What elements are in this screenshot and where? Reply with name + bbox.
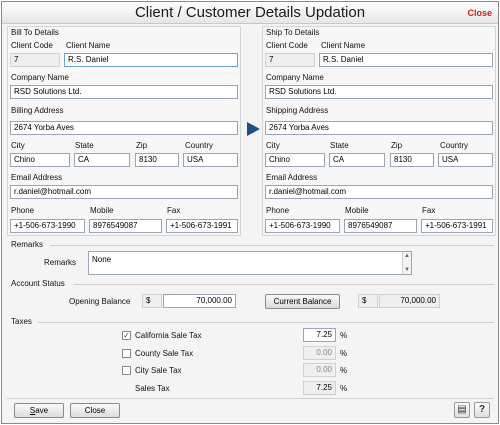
sales-tax-unit: % xyxy=(340,384,348,393)
current-balance-currency: $ xyxy=(358,294,378,308)
bill-client-code-field: 7 xyxy=(10,53,60,67)
ship-client-name-field[interactable]: R.S. Daniel xyxy=(319,53,493,67)
california-tax-label: California Sale Tax xyxy=(135,331,202,340)
bill-city-label: City xyxy=(11,141,25,150)
bill-phone-field[interactable]: +1-506-673-1990 xyxy=(10,219,85,233)
save-button[interactable]: Save xyxy=(14,403,64,418)
ship-mobile-field[interactable]: 8976549087 xyxy=(344,219,417,233)
ship-email-label: Email Address xyxy=(266,173,318,182)
city-tax-checkbox[interactable] xyxy=(122,366,131,375)
california-tax-checkbox[interactable]: ✓ xyxy=(122,331,131,340)
bill-fax-field[interactable]: +1-506-673-1991 xyxy=(166,219,238,233)
california-tax-unit: % xyxy=(340,331,348,340)
ship-company-label: Company Name xyxy=(266,73,324,82)
county-tax-unit: % xyxy=(340,349,348,358)
ship-country-label: Country xyxy=(440,141,469,150)
account-status-title: Account Status xyxy=(11,279,65,288)
remarks-section-title: Remarks xyxy=(11,240,44,249)
taxes-title: Taxes xyxy=(11,317,32,326)
remarks-textarea[interactable]: None ▲ ▼ xyxy=(88,251,412,275)
ship-to-title: Ship To Details xyxy=(266,28,320,37)
bill-fax-label: Fax xyxy=(167,206,181,215)
ship-state-field[interactable]: CA xyxy=(329,153,385,167)
ship-zip-label: Zip xyxy=(391,141,403,150)
bill-mobile-label: Mobile xyxy=(90,206,114,215)
ship-fax-label: Fax xyxy=(422,206,436,215)
scroll-down-icon[interactable]: ▼ xyxy=(404,267,410,273)
save-label-rest: ave xyxy=(35,406,49,415)
bill-state-label: State xyxy=(75,141,94,150)
help-icon[interactable]: ? xyxy=(474,402,490,418)
ship-client-code-field: 7 xyxy=(265,53,315,67)
ship-client-name-label: Client Name xyxy=(321,41,366,50)
bill-company-field[interactable]: RSD Solutions Ltd. xyxy=(10,85,238,99)
printer-icon[interactable]: ▤ xyxy=(454,402,470,418)
ship-email-field[interactable]: r.daniel@hotmail.com xyxy=(265,185,493,199)
ship-company-field[interactable]: RSD Solutions Ltd. xyxy=(265,85,493,99)
window-title-bar: Client / Customer Details Updation xyxy=(2,2,498,24)
ship-state-label: State xyxy=(330,141,349,150)
bill-city-field[interactable]: Chino xyxy=(10,153,70,167)
close-link[interactable]: Close xyxy=(467,8,492,18)
bill-client-code-label: Client Code xyxy=(11,41,53,50)
remarks-label: Remarks xyxy=(44,258,77,267)
remarks-scrollbar[interactable]: ▲ ▼ xyxy=(402,252,411,274)
ship-phone-field[interactable]: +1-506-673-1990 xyxy=(265,219,340,233)
opening-balance-label: Opening Balance xyxy=(69,297,131,306)
bill-zip-field[interactable]: 8130 xyxy=(135,153,179,167)
bill-email-label: Email Address xyxy=(11,173,63,182)
client-details-window: Client / Customer Details Updation Close… xyxy=(1,1,499,424)
bill-client-name-field[interactable]: R.S. Daniel xyxy=(64,53,238,67)
bill-address-field[interactable]: 2674 Yorba Aves xyxy=(10,121,238,135)
sales-tax-field: 7.25 xyxy=(303,381,336,395)
bill-company-label: Company Name xyxy=(11,73,69,82)
county-tax-field: 0.00 xyxy=(303,346,336,360)
bill-phone-label: Phone xyxy=(11,206,35,215)
ship-client-code-label: Client Code xyxy=(266,41,308,50)
city-tax-unit: % xyxy=(340,366,348,375)
bill-mobile-field[interactable]: 8976549087 xyxy=(89,219,162,233)
right-arrow-icon[interactable] xyxy=(247,122,260,136)
ship-address-label: Shipping Address xyxy=(266,106,329,115)
ship-zip-field[interactable]: 8130 xyxy=(390,153,434,167)
ship-mobile-label: Mobile xyxy=(345,206,369,215)
bill-address-label: Billing Address xyxy=(11,106,64,115)
close-button[interactable]: Close xyxy=(70,403,120,418)
remarks-text: None xyxy=(92,255,112,264)
ship-phone-label: Phone xyxy=(266,206,290,215)
footer-divider xyxy=(7,398,494,399)
bill-country-field[interactable]: USA xyxy=(183,153,238,167)
window-title: Client / Customer Details Updation xyxy=(134,4,366,21)
city-tax-field: 0.00 xyxy=(303,363,336,377)
taxes-divider xyxy=(38,322,494,323)
ship-country-field[interactable]: USA xyxy=(438,153,493,167)
current-balance-field: 70,000.00 xyxy=(379,294,440,308)
bill-email-field[interactable]: r.daniel@hotmail.com xyxy=(10,185,238,199)
opening-balance-currency: $ xyxy=(142,294,162,308)
city-tax-label: City Sale Tax xyxy=(135,366,182,375)
bill-state-field[interactable]: CA xyxy=(74,153,130,167)
ship-fax-field[interactable]: +1-506-673-1991 xyxy=(421,219,493,233)
ship-city-label: City xyxy=(266,141,280,150)
opening-balance-field[interactable]: 70,000.00 xyxy=(163,294,236,308)
scroll-up-icon[interactable]: ▲ xyxy=(404,253,410,259)
account-status-divider xyxy=(74,284,494,285)
bill-country-label: Country xyxy=(185,141,214,150)
california-tax-field[interactable]: 7.25 xyxy=(303,328,336,342)
ship-address-field[interactable]: 2674 Yorba Aves xyxy=(265,121,493,135)
current-balance-button[interactable]: Current Balance xyxy=(265,294,340,309)
check-icon: ✓ xyxy=(123,331,130,340)
sales-tax-label: Sales Tax xyxy=(135,384,170,393)
ship-city-field[interactable]: Chino xyxy=(265,153,325,167)
bill-to-title: Bill To Details xyxy=(11,28,59,37)
county-tax-checkbox[interactable] xyxy=(122,349,131,358)
county-tax-label: County Sale Tax xyxy=(135,349,194,358)
remarks-divider xyxy=(50,245,494,246)
bill-zip-label: Zip xyxy=(136,141,148,150)
bill-client-name-label: Client Name xyxy=(66,41,111,50)
